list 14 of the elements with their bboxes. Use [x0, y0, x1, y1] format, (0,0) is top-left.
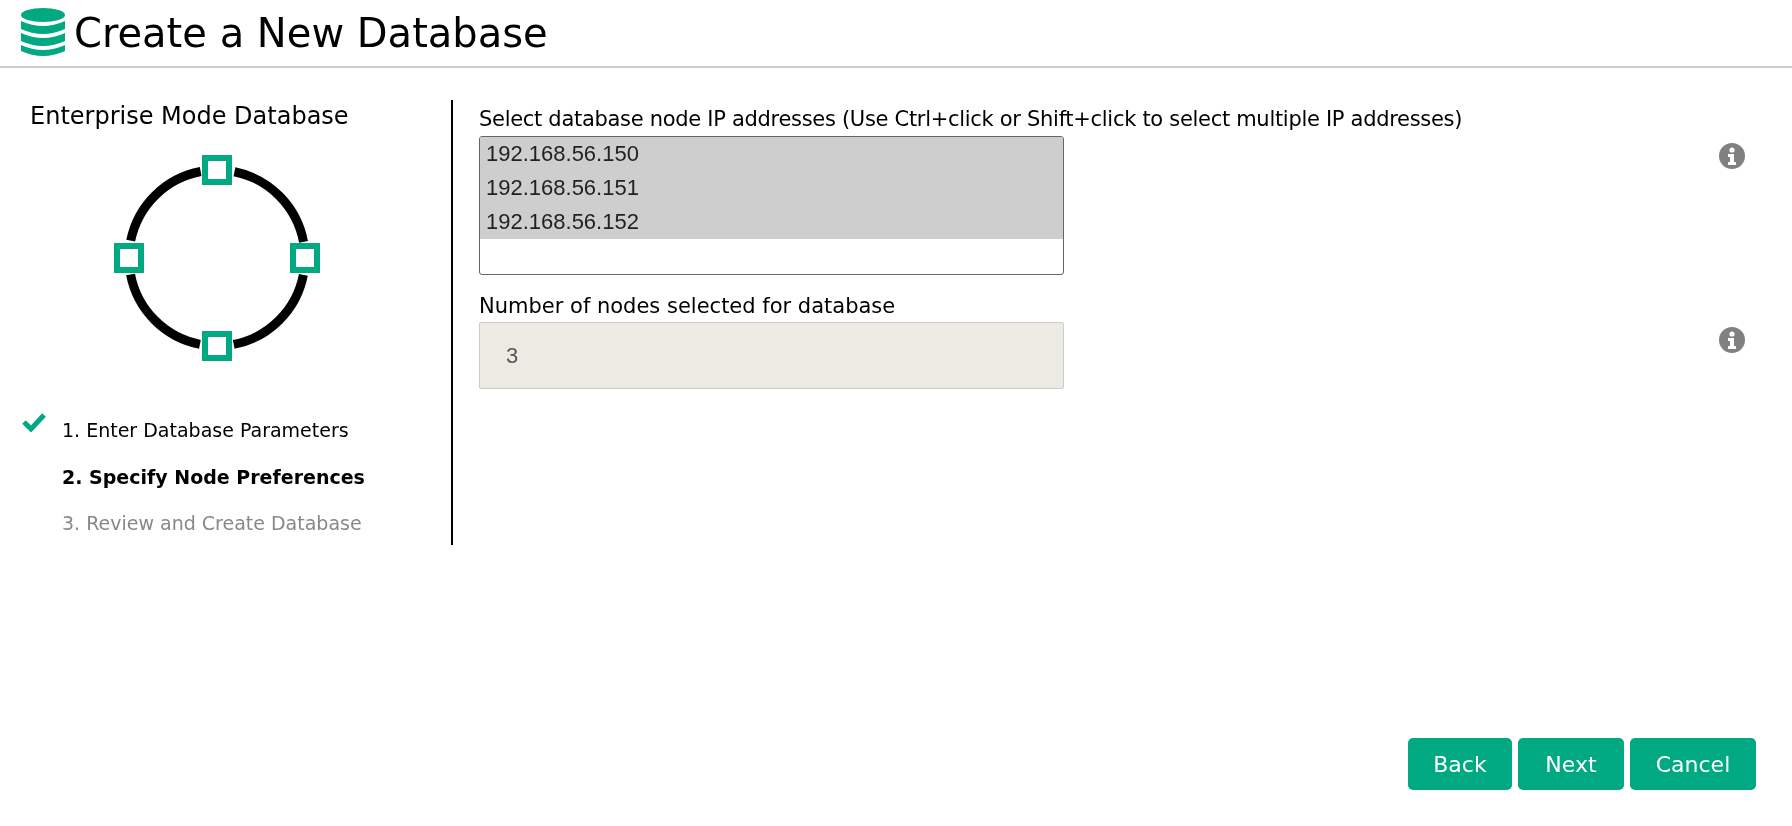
- step-label: 2. Specify Node Preferences: [62, 464, 365, 490]
- ip-option[interactable]: 192.168.56.151: [480, 170, 1063, 205]
- field-label: Select database node IP addresses (Use Ctrl+click or Shift+click to select multiple IP addresses): [479, 106, 1464, 133]
- step-label: 1. Enter Database Parameters: [62, 418, 349, 443]
- info-icon: [1718, 326, 1746, 354]
- page-title: Create a New Database: [74, 9, 548, 58]
- field-label: Number of nodes selected for database: [479, 292, 897, 320]
- database-icon: [20, 7, 66, 59]
- panel-title: Enterprise Mode Database: [29, 101, 350, 132]
- step-label: 3. Review and Create Database: [62, 511, 362, 536]
- ip-option[interactable]: 192.168.56.152: [480, 204, 1063, 239]
- ip-option[interactable]: 192.168.56.150: [480, 136, 1063, 171]
- ip-list-box[interactable]: 192.168.56.150 192.168.56.151 192.168.56.152: [479, 135, 1064, 275]
- info-icon: [1718, 142, 1746, 170]
